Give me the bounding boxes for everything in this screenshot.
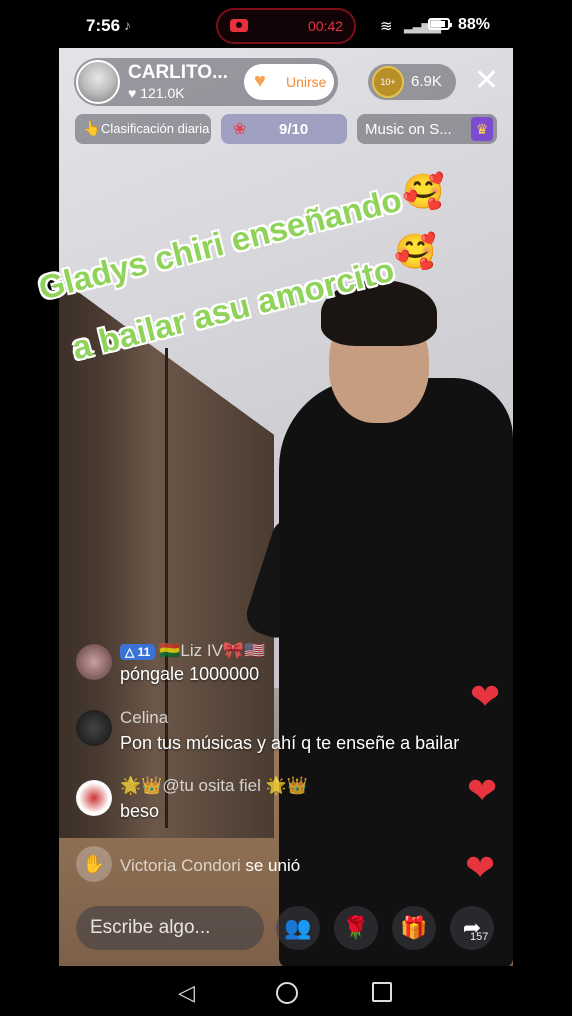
share-icon[interactable]: ➦ xyxy=(450,906,494,950)
home-icon[interactable] xyxy=(276,982,298,1004)
close-icon[interactable]: ✕ xyxy=(474,64,499,98)
daily-ranking-button[interactable]: 👆 Clasificación diaria xyxy=(75,114,211,144)
comment-avatar[interactable] xyxy=(76,710,112,746)
recents-icon[interactable] xyxy=(372,982,392,1002)
rose-icon: ❀ xyxy=(233,121,247,138)
smiling-hearts-emoji: 🥰 xyxy=(402,173,445,211)
comment-text: póngale 1000000 xyxy=(120,664,260,684)
music-button[interactable]: Music on S... ♛ xyxy=(357,114,497,144)
host-name[interactable]: CARLITO... xyxy=(128,62,228,84)
music-label: Music on S... xyxy=(365,121,452,138)
live-video[interactable] xyxy=(59,48,513,966)
battery-percent: 88% xyxy=(458,16,491,33)
screen-recording-indicator[interactable]: 00:42 xyxy=(216,8,356,44)
guests-icon[interactable]: 👥 xyxy=(276,906,320,950)
comment-text: Pon tus músicas y ahí q te enseñe a bail… xyxy=(120,733,460,753)
clock: 7:56 xyxy=(86,16,121,35)
heart-plus-icon: ♥ xyxy=(254,70,266,92)
comment-username[interactable]: 🌟👑@tu osita fiel 🌟👑 xyxy=(120,776,308,796)
hand-icon: 👆 xyxy=(83,120,101,136)
status-bar: 7:56 ♪ 00:42 ≋ ▂▃▅▇ 88% xyxy=(0,0,572,48)
joined-user: Victoria Condori xyxy=(120,856,241,875)
join-notification: Victoria Condori se unió xyxy=(120,856,300,876)
goal-progress: 9/10 xyxy=(279,121,309,138)
gift-icon[interactable]: 🎁 xyxy=(392,906,436,950)
join-button-label: Unirse xyxy=(286,74,327,90)
level-badge: △ 11 xyxy=(120,644,156,660)
comment-username[interactable]: △ 11 🇧🇴Liz IV🎀🇺🇸 xyxy=(120,641,265,661)
share-count: 157 xyxy=(470,931,489,943)
host-likes: ♥ 121.0K xyxy=(128,85,185,101)
viewer-count[interactable]: 6.9K xyxy=(411,73,442,90)
music-cover-icon: ♛ xyxy=(471,117,493,141)
comment-avatar[interactable] xyxy=(76,644,112,680)
comment-avatar[interactable] xyxy=(76,780,112,816)
video-record-icon xyxy=(230,19,248,32)
heart-icon: ❤ xyxy=(465,847,496,888)
host-avatar[interactable] xyxy=(76,60,120,104)
back-icon[interactable]: ◁ xyxy=(178,980,195,1006)
tiktok-notification-icon: ♪ xyxy=(124,17,131,33)
top-viewer-avatar[interactable]: 10+ xyxy=(372,66,404,98)
smiling-hearts-emoji: 🥰 xyxy=(394,233,437,271)
comment-input-placeholder[interactable]: Escribe algo... xyxy=(90,917,210,939)
recording-timer: 00:42 xyxy=(308,18,344,34)
ranking-label: Clasificación diaria xyxy=(101,121,210,136)
wifi-icon: ≋ xyxy=(380,18,393,35)
heart-icon: ❤ xyxy=(470,676,501,717)
comment-username[interactable]: Celina xyxy=(120,708,168,728)
wave-hand-icon: ✋ xyxy=(76,846,112,882)
rose-gift-icon[interactable]: 🌹 xyxy=(334,906,378,950)
joined-action: se unió xyxy=(245,856,301,875)
android-navigation-bar: ◁ xyxy=(0,966,572,1016)
join-button[interactable]: ♥ Unirse xyxy=(244,64,334,100)
battery-icon xyxy=(428,18,452,30)
comment-text: beso xyxy=(120,801,160,821)
gift-goal-button[interactable]: ❀ 9/10 xyxy=(221,114,347,144)
heart-icon: ❤ xyxy=(467,770,498,811)
